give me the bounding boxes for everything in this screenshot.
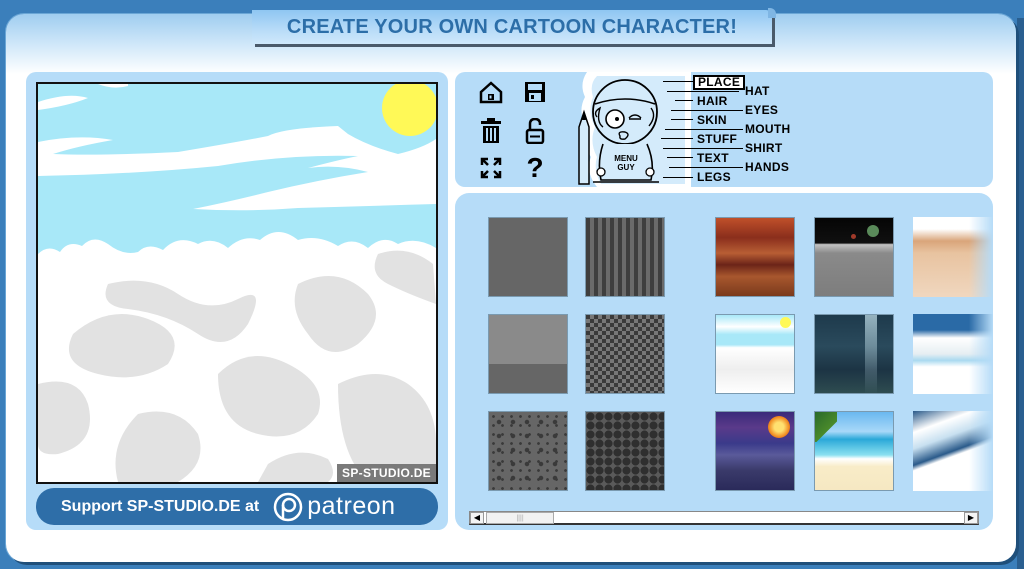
planet [851,234,856,239]
category-mouth[interactable]: MOUTH [745,122,791,136]
save-button[interactable] [521,78,549,106]
category-legs[interactable]: LEGS [697,170,731,184]
meteor [768,416,790,438]
items-panel: ◀ |||| ▶ [455,193,993,530]
scroll-right-button[interactable]: ▶ [964,512,978,524]
preview-panel: SP-STUDIO.DE Support SP-STUDIO.DE at pat… [26,72,448,530]
cat-line [671,110,743,111]
page-title: CREATE YOUR OWN CARTOON CHARACTER! [286,15,738,38]
trash-icon [481,118,501,143]
cat-line [663,148,743,149]
scene-sky-clouds [38,84,436,482]
home-button[interactable] [477,78,505,106]
patreon-icon [273,492,303,521]
cat-line [669,167,743,168]
light-beam [865,315,877,393]
category-hair[interactable]: HAIR [697,94,728,108]
expand-icon [480,157,502,179]
cat-line [663,81,693,82]
patreon-support-label: Support SP-STUDIO.DE at [61,497,260,515]
item-meteor-night[interactable] [715,411,795,491]
menu-panel: ? MENU GUY PLACE HAIR SKIN STUFF TEXT LE… [455,72,993,187]
window-edge [1017,18,1024,569]
item-gray-checker[interactable] [585,314,665,394]
cat-line [661,138,693,139]
item-gray-two-tone[interactable] [488,314,568,394]
item-sky-clouds[interactable] [715,314,795,394]
item-mars-landscape[interactable] [715,217,795,297]
item-gray-stripes[interactable] [585,217,665,297]
scroll-left-button[interactable]: ◀ [470,512,484,524]
question-icon: ? [526,152,544,183]
category-place[interactable]: PLACE [693,75,746,90]
unlock-button[interactable] [521,117,549,145]
category-stuff[interactable]: STUFF [697,132,737,146]
help-button[interactable]: ? [521,152,549,183]
character-canvas[interactable]: SP-STUDIO.DE [36,82,438,484]
title-banner: CREATE YOUR OWN CARTOON CHARACTER! [252,8,776,44]
cat-line [667,157,693,158]
patreon-wordmark: patreon [307,492,396,520]
menu-guy-shirt-text-2: GUY [617,163,635,172]
cat-line [667,91,739,92]
patreon-support-button[interactable]: Support SP-STUDIO.DE at patreon [36,488,438,525]
planet [867,225,879,237]
cat-line [663,177,693,178]
category-skin[interactable]: SKIN [697,113,727,127]
item-gray-plain[interactable] [488,217,568,297]
items-horizontal-scrollbar[interactable]: ◀ |||| ▶ [469,511,979,525]
category-hands[interactable]: HANDS [745,160,789,174]
delete-button[interactable] [477,117,505,145]
category-hat[interactable]: HAT [745,84,770,98]
item-moon-surface[interactable] [814,217,894,297]
floppy-disk-icon [525,82,545,102]
item-gray-dots[interactable] [488,411,568,491]
sun [780,317,791,328]
fullscreen-button[interactable] [477,154,505,182]
item-arctic-ice[interactable] [913,314,993,394]
cat-line [671,119,693,120]
category-text[interactable]: TEXT [697,151,729,165]
item-gray-diamonds[interactable] [585,411,665,491]
category-eyes[interactable]: EYES [745,103,778,117]
palm-leaves [815,412,837,442]
patreon-logo: patreon [273,492,395,522]
item-desert-dunes[interactable] [913,217,993,297]
scrollbar-thumb[interactable]: |||| [486,512,554,524]
category-shirt[interactable]: SHIRT [745,141,783,155]
watermark: SP-STUDIO.DE [337,464,436,482]
home-icon [479,81,503,104]
unlock-icon [525,118,545,144]
cat-line [665,129,743,130]
item-tropical-beach[interactable] [814,411,894,491]
cat-line [675,100,693,101]
item-underwater-light[interactable] [814,314,894,394]
item-snowy-mountain[interactable] [913,411,993,491]
menu-guy-shirt-text-1: MENU [614,154,638,163]
